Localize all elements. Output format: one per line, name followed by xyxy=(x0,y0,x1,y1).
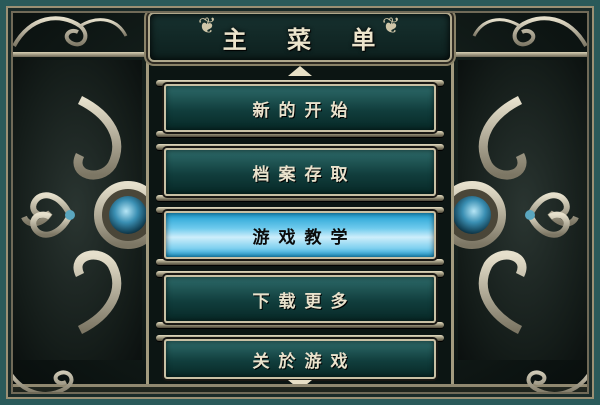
main-menu-screen: 主 菜 单 ❦ ❦ 新的开始 档案存取 游戏教学 下载更多 关於游戏 xyxy=(0,0,600,405)
outer-frame xyxy=(0,0,600,405)
